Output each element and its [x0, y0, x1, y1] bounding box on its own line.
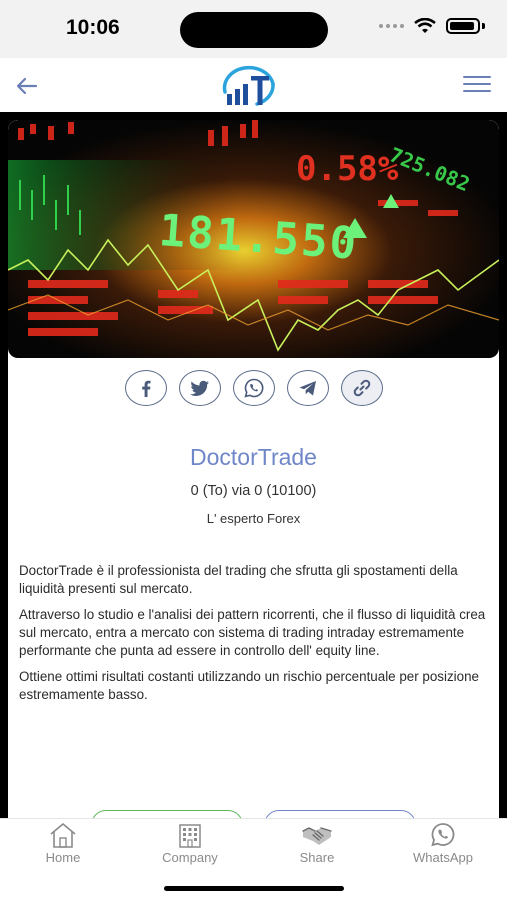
whatsapp-share-button[interactable]	[232, 370, 275, 406]
home-icon	[50, 823, 76, 848]
app-header	[0, 58, 507, 112]
bottom-tab-bar: Home Company Share WhatsApp	[0, 818, 507, 867]
hero-trading-image: 0.58% 725.082 181.550	[8, 120, 499, 358]
twitter-icon	[189, 380, 209, 396]
tab-whatsapp[interactable]: WhatsApp	[398, 821, 488, 865]
profile-stats: 0 (To) via 0 (10100)	[190, 483, 317, 499]
tab-label: Share	[299, 850, 335, 865]
facebook-icon	[141, 380, 150, 397]
description-paragraph: Ottiene ottimi risultati costanti utiliz…	[19, 669, 479, 702]
battery-icon	[446, 18, 480, 34]
facebook-share-button[interactable]	[124, 370, 167, 406]
tab-share[interactable]: Share	[272, 821, 362, 865]
wifi-icon	[414, 18, 436, 33]
description-paragraph: DoctorTrade è il professionista del trad…	[19, 563, 458, 596]
dynamic-island	[180, 12, 328, 48]
app-logo	[222, 65, 275, 106]
telegram-icon	[299, 381, 316, 396]
hamburger-menu-icon[interactable]	[463, 76, 491, 98]
tab-label: Home	[45, 850, 81, 865]
profile-name: DoctorTrade	[190, 444, 317, 470]
profile-description: DoctorTrade è il professionista del trad…	[19, 562, 489, 712]
tab-company[interactable]: Company	[145, 821, 235, 865]
back-arrow-icon[interactable]	[14, 73, 40, 99]
handshake-icon	[302, 827, 332, 845]
status-time: 10:06	[66, 16, 120, 39]
whatsapp-icon	[431, 823, 455, 847]
share-buttons	[8, 370, 499, 414]
home-indicator-area	[0, 866, 507, 900]
link-icon	[353, 379, 370, 397]
description-paragraph: Attraverso lo studio e l'analisi dei pat…	[19, 607, 486, 658]
profile-subtitle: L' esperto Forex	[206, 511, 301, 526]
profile-card: 0.58% 725.082 181.550 DoctorTrade 0 (To)…	[8, 120, 499, 840]
copy-link-button[interactable]	[340, 370, 383, 406]
building-icon	[179, 824, 201, 848]
twitter-share-button[interactable]	[178, 370, 221, 406]
status-bar: 10:06	[0, 0, 507, 58]
home-indicator[interactable]	[164, 886, 344, 891]
tab-label: Company	[162, 850, 218, 865]
tab-label: WhatsApp	[413, 850, 473, 865]
ticker-percent: 0.58%	[296, 149, 399, 189]
telegram-share-button[interactable]	[286, 370, 329, 406]
whatsapp-icon	[243, 378, 263, 398]
tab-home[interactable]: Home	[18, 821, 108, 865]
status-icons	[379, 18, 485, 34]
cellular-signal-icon	[379, 24, 404, 28]
